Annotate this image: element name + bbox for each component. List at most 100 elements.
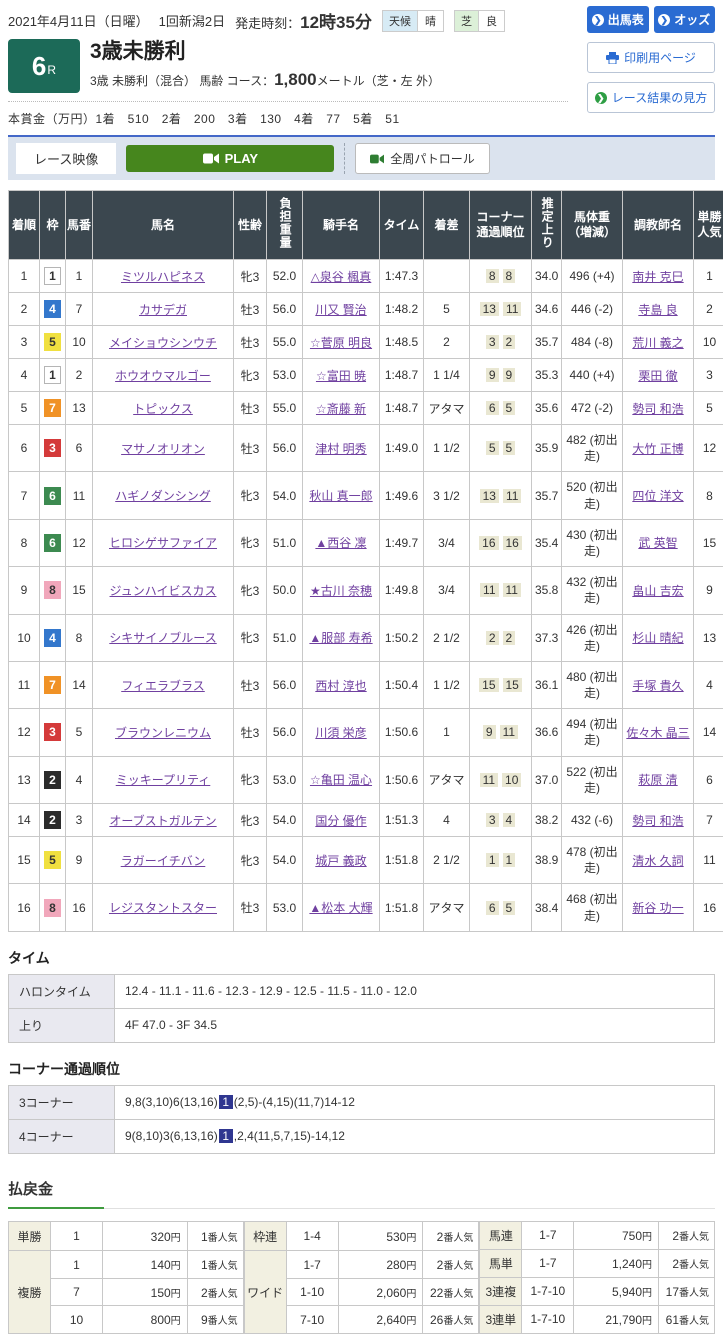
jockey-cell: ▲服部 寿希 [303,614,380,661]
trainer-name-link[interactable]: 南井 克巳 [632,270,683,284]
jockey-name-link[interactable]: △泉谷 楓真 [311,270,372,284]
trainer-name-link[interactable]: 新谷 功一 [632,901,683,915]
trainer-cell: 勢司 和浩 [623,804,694,837]
trainer-cell: 南井 克巳 [623,260,694,293]
horse-name-link[interactable]: ミツルハピネス [121,270,205,284]
horse-name-link[interactable]: ホウオウマルゴー [115,369,211,383]
payout-row: ワイド1-7280円2番人気 [244,1251,479,1278]
trainer-name-link[interactable]: 栗田 徹 [638,369,677,383]
table-row: 7611ハギノダンシング牝354.0秋山 真一郎1:49.63 1/213113… [9,472,723,519]
jockey-name-link[interactable]: ▲松本 大輝 [309,901,372,915]
trainer-name-link[interactable]: 荒川 義之 [632,336,683,350]
horse-name-link[interactable]: カサデガ [139,303,187,317]
payout-amount: 150円 [103,1278,188,1305]
horse-number-cell: 2 [66,359,93,392]
horse-number-cell: 16 [66,884,93,931]
horse-name-link[interactable]: トピックス [133,402,193,416]
payout-popularity: 1番人気 [187,1251,243,1278]
jockey-cell: 西村 淳也 [303,661,380,708]
jockey-name-link[interactable]: 津村 明秀 [315,442,366,456]
horse-name-link[interactable]: ブラウンレニウム [115,726,211,740]
bet-combination: 1-10 [286,1278,338,1305]
trainer-name-link[interactable]: 四位 洋文 [632,489,683,503]
win-popularity-cell: 15 [694,519,723,566]
horse-name-link[interactable]: フィエラブラス [121,679,205,693]
tab-race-movie[interactable]: レース映像 [16,143,116,174]
trainer-name-link[interactable]: 杉山 晴紀 [632,631,683,645]
jockey-name-link[interactable]: ☆亀田 温心 [310,773,372,787]
jockey-name-link[interactable]: ▲服部 寿希 [309,631,372,645]
last-3f-cell: 35.8 [532,567,562,614]
trainer-name-link[interactable]: 勢司 和浩 [632,814,683,828]
sex-age-cell: 牡3 [234,293,267,326]
jockey-name-link[interactable]: 川須 栄彦 [315,726,366,740]
horse-name-link[interactable]: ハギノダンシング [115,489,211,503]
carried-weight-cell: 51.0 [267,614,303,661]
horse-name-link[interactable]: レジスタントスター [109,901,217,915]
jockey-cell: ☆富田 暁 [303,359,380,392]
trainer-name-link[interactable]: 寺島 良 [638,303,677,317]
play-button[interactable]: PLAY [126,145,334,172]
entries-button-label: 出馬表 [608,11,644,28]
payout-amount: 800円 [103,1306,188,1333]
margin-cell: 3/4 [424,567,470,614]
last-3f-cell: 34.0 [532,260,562,293]
trainer-name-link[interactable]: 手塚 貴久 [632,679,683,693]
horse-number-cell: 14 [66,661,93,708]
trainer-name-link[interactable]: 大竹 正博 [632,442,683,456]
jockey-name-link[interactable]: 城戸 義政 [315,854,366,868]
horse-name-link[interactable]: ジュンハイビスカス [110,584,217,598]
bet-combination: 1-7 [286,1251,338,1278]
jockey-name-link[interactable]: ☆富田 暁 [316,369,366,383]
table-row: 636マサノオリオン牡356.0津村 明秀1:49.01 1/25535.948… [9,425,723,472]
odds-button[interactable]: ❯ オッズ [654,6,716,33]
corner3-label: 3コーナー [9,1085,115,1119]
jockey-name-link[interactable]: 川又 賢治 [315,303,366,317]
race-number-badge: 6 R [8,39,80,93]
jockey-name-link[interactable]: 秋山 真一郎 [309,489,372,503]
jockey-name-link[interactable]: 国分 優作 [315,814,366,828]
corner-position-chip: 13 [480,302,499,316]
jockey-name-link[interactable]: ☆斎藤 新 [316,402,366,416]
frame-cell: 4 [40,293,66,326]
trainer-name-link[interactable]: 佐々木 晶三 [626,726,689,740]
trainer-name-link[interactable]: 武 英智 [638,536,677,550]
jockey-cell: ▲西谷 凜 [303,519,380,566]
carried-weight-cell: 55.0 [267,326,303,359]
jockey-name-link[interactable]: ★古川 奈穂 [310,584,372,598]
horse-name-link[interactable]: メイショウシンウチ [109,336,217,350]
horse-name-link[interactable]: マサノオリオン [121,442,205,456]
carried-weight-cell: 56.0 [267,293,303,326]
horse-name-link[interactable]: ラガーイチバン [121,854,206,868]
margin-cell: 1 [424,709,470,756]
horse-number-cell: 13 [66,392,93,425]
trainer-name-link[interactable]: 清水 久詞 [632,854,683,868]
jockey-name-link[interactable]: ☆菅原 明良 [310,336,372,350]
frame-cell: 8 [40,567,66,614]
arrow-circle-icon: ❯ [658,14,670,26]
finish-order-cell: 9 [9,567,40,614]
horse-name-cell: ラガーイチバン [93,837,234,884]
trainer-name-link[interactable]: 萩原 清 [638,773,677,787]
horse-name-cell: カサデガ [93,293,234,326]
result-guide-button[interactable]: ❯ レース結果の見方 [587,82,715,113]
trainer-name-link[interactable]: 畠山 吉宏 [632,584,683,598]
jockey-name-link[interactable]: 西村 淳也 [315,679,366,693]
race-conditions-post: メートル（芝・左 外） [317,74,440,88]
horse-name-link[interactable]: ミッキープリティ [116,773,211,787]
corner-position-chip: 4 [503,813,516,827]
horse-name-link[interactable]: シキサイノブルース [109,631,216,645]
jockey-cell: 秋山 真一郎 [303,472,380,519]
last-3f-cell: 38.4 [532,884,562,931]
entries-button[interactable]: ❯ 出馬表 [587,6,649,33]
print-page-button[interactable]: 印刷用ページ [587,42,715,73]
horse-name-link[interactable]: オーブストガルテン [109,814,216,828]
trainer-name-link[interactable]: 勢司 和浩 [632,402,683,416]
patrol-video-button[interactable]: 全周パトロール [355,143,489,174]
yen-suffix: 円 [406,1233,416,1244]
trainer-cell: 荒川 義之 [623,326,694,359]
jockey-name-link[interactable]: ▲西谷 凜 [315,536,366,550]
horse-name-link[interactable]: ヒロシゲサファイア [109,536,217,550]
weather-label: 天候 [383,11,417,31]
corner-order-cell: 1311 [470,293,532,326]
